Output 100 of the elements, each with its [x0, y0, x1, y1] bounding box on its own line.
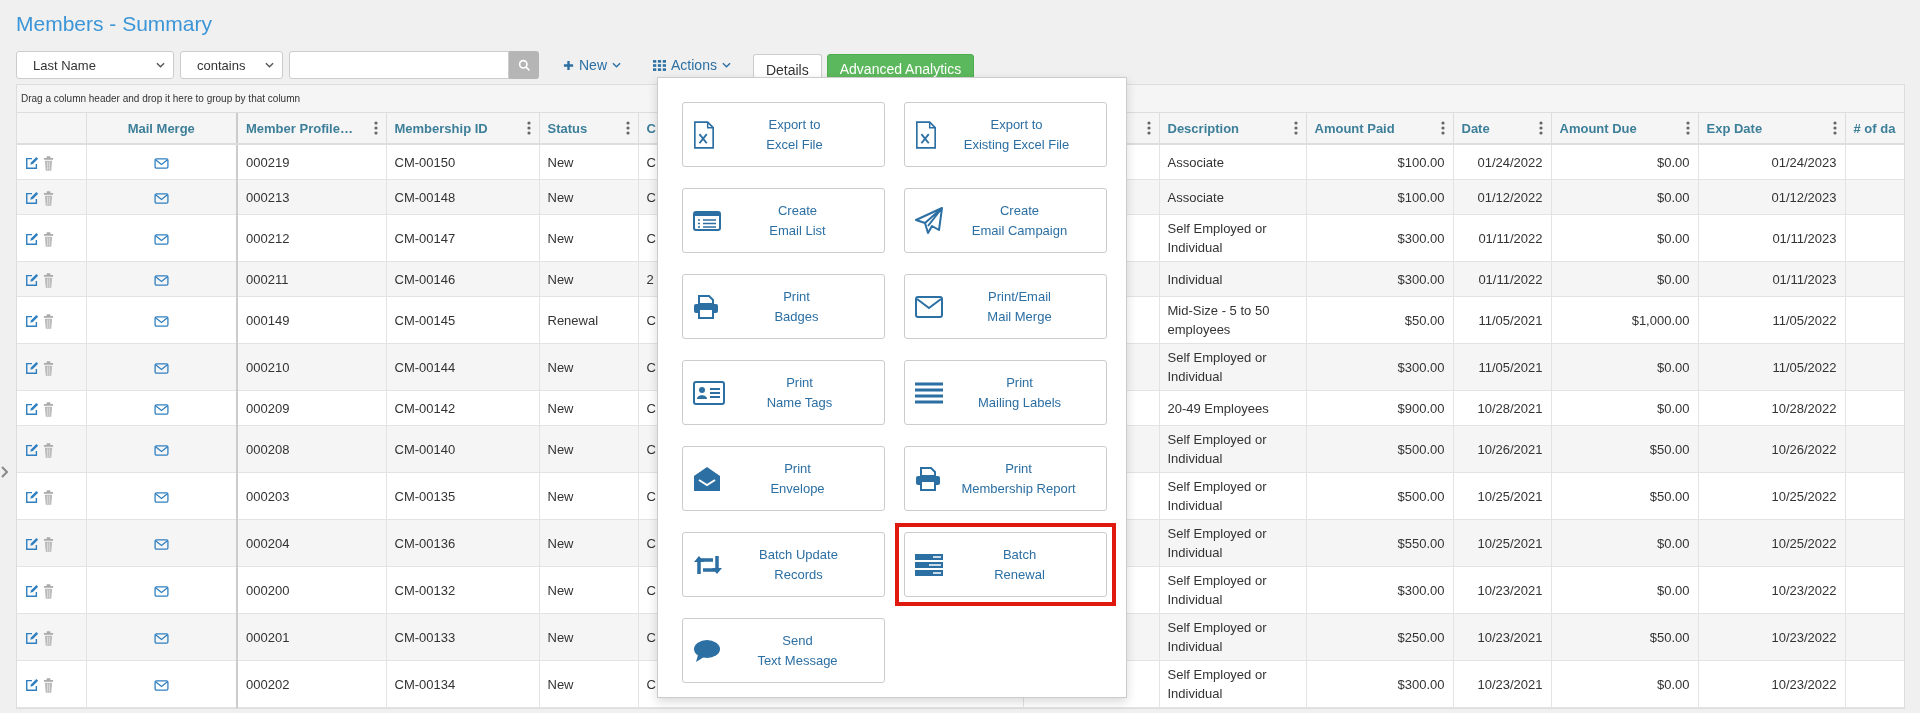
table-cell: 11/05/2021 [1453, 296, 1551, 344]
column-header[interactable]: Description [1159, 113, 1306, 144]
envelope-icon[interactable] [153, 585, 169, 597]
column-menu-icon[interactable] [625, 121, 630, 135]
edit-icon[interactable] [25, 191, 39, 206]
trash-icon[interactable] [43, 442, 54, 458]
trash-icon[interactable] [43, 489, 54, 505]
envelope-icon[interactable] [153, 403, 169, 415]
envelope-icon[interactable] [153, 444, 169, 456]
column-header[interactable]: Exp Date [1698, 113, 1845, 144]
table-cell: Individual [1159, 261, 1306, 297]
table-cell: CM-00135 [386, 472, 539, 520]
column-menu-icon[interactable] [1293, 121, 1298, 135]
menu-item[interactable]: Send Text Message [682, 618, 885, 683]
edit-icon[interactable] [25, 156, 39, 171]
edit-icon[interactable] [25, 678, 39, 693]
envelope-icon[interactable] [153, 192, 169, 204]
trash-icon[interactable] [43, 190, 54, 206]
table-cell: $0.00 [1551, 566, 1698, 614]
new-menu-button[interactable]: New [555, 57, 629, 73]
expand-chevron-icon[interactable] [1, 465, 9, 478]
envelope-icon[interactable] [153, 679, 169, 691]
table-cell: Mid-Size - 5 to 50 employees [1159, 296, 1306, 344]
column-menu-icon[interactable] [1440, 121, 1445, 135]
column-menu-icon[interactable] [373, 121, 378, 135]
menu-item[interactable]: Batch Renewal [904, 532, 1107, 597]
column-header[interactable]: # of da [1845, 113, 1904, 144]
envelope-icon[interactable] [153, 632, 169, 644]
column-menu-icon[interactable] [1832, 121, 1837, 135]
menu-item[interactable]: Print Badges [682, 274, 885, 339]
trash-icon[interactable] [43, 360, 54, 376]
trash-icon[interactable] [43, 155, 54, 171]
menu-item[interactable]: Print Envelope [682, 446, 885, 511]
trash-icon[interactable] [43, 630, 54, 646]
trash-icon[interactable] [43, 677, 54, 693]
column-header[interactable]: Amount Paid [1306, 113, 1453, 144]
menu-item[interactable]: Batch Update Records [682, 532, 885, 597]
envelope-icon[interactable] [153, 491, 169, 503]
table-cell: Self Employed or Individual [1159, 660, 1306, 708]
edit-icon[interactable] [25, 584, 39, 599]
envelope-icon[interactable] [153, 157, 169, 169]
trash-icon[interactable] [43, 313, 54, 329]
menu-item[interactable]: Print Mailing Labels [904, 360, 1107, 425]
column-menu-icon[interactable] [526, 121, 531, 135]
column-menu-icon[interactable] [1538, 121, 1543, 135]
actions-menu-button[interactable]: Actions [645, 57, 739, 73]
caret-icon [612, 62, 621, 68]
table-cell: 000208 [237, 425, 386, 473]
edit-icon[interactable] [25, 443, 39, 458]
trash-icon[interactable] [43, 583, 54, 599]
filter-field-select[interactable]: Last Name [16, 51, 174, 79]
menu-item[interactable]: Create Email Campaign [904, 188, 1107, 253]
trash-icon[interactable] [43, 401, 54, 417]
edit-icon[interactable] [25, 232, 39, 247]
envelope-icon[interactable] [153, 274, 169, 286]
table-cell: 20-49 Employees [1159, 390, 1306, 426]
column-header[interactable]: Membership ID [386, 113, 539, 144]
column-header[interactable]: Member Profile… [237, 113, 386, 144]
table-cell: 11/05/2022 [1698, 296, 1845, 344]
menu-item[interactable]: Export to Existing Excel File [904, 102, 1107, 167]
filter-operator-select[interactable]: contains [180, 51, 283, 79]
trash-icon[interactable] [43, 272, 54, 288]
open-envelope-icon [693, 465, 721, 492]
column-menu-icon[interactable] [1685, 121, 1690, 135]
column-header[interactable]: Status [539, 113, 638, 144]
trash-icon[interactable] [43, 536, 54, 552]
table-cell: 000210 [237, 343, 386, 391]
table-cell: New [539, 519, 638, 567]
edit-icon[interactable] [25, 314, 39, 329]
envelope-icon[interactable] [153, 233, 169, 245]
envelope-icon[interactable] [153, 315, 169, 327]
edit-icon[interactable] [25, 490, 39, 505]
envelope-icon[interactable] [153, 362, 169, 374]
edit-icon[interactable] [25, 402, 39, 417]
table-cell: 10/25/2021 [1453, 519, 1551, 567]
menu-item[interactable]: Create Email List [682, 188, 885, 253]
table-cell: New [539, 343, 638, 391]
search-field[interactable] [289, 51, 509, 79]
grid-icon [653, 59, 666, 71]
column-header[interactable]: Date [1453, 113, 1551, 144]
menu-item[interactable]: Print/Email Mail Merge [904, 274, 1107, 339]
edit-icon[interactable] [25, 273, 39, 288]
table-cell: 10/28/2022 [1698, 390, 1845, 426]
table-cell: 10/25/2022 [1698, 472, 1845, 520]
search-button[interactable] [509, 51, 539, 79]
table-cell: Self Employed or Individual [1159, 566, 1306, 614]
column-header[interactable]: Mail Merge [86, 113, 237, 144]
edit-icon[interactable] [25, 361, 39, 376]
edit-icon[interactable] [25, 631, 39, 646]
table-cell: New [539, 179, 638, 215]
menu-item[interactable]: Print Membership Report [904, 446, 1107, 511]
table-cell: Self Employed or Individual [1159, 425, 1306, 473]
menu-item[interactable]: Export to Excel File [682, 102, 885, 167]
table-cell: 01/12/2022 [1453, 179, 1551, 215]
edit-icon[interactable] [25, 537, 39, 552]
menu-item[interactable]: Print Name Tags [682, 360, 885, 425]
column-header[interactable]: Amount Due [1551, 113, 1698, 144]
envelope-icon[interactable] [153, 538, 169, 550]
column-menu-icon[interactable] [1146, 121, 1151, 135]
trash-icon[interactable] [43, 231, 54, 247]
